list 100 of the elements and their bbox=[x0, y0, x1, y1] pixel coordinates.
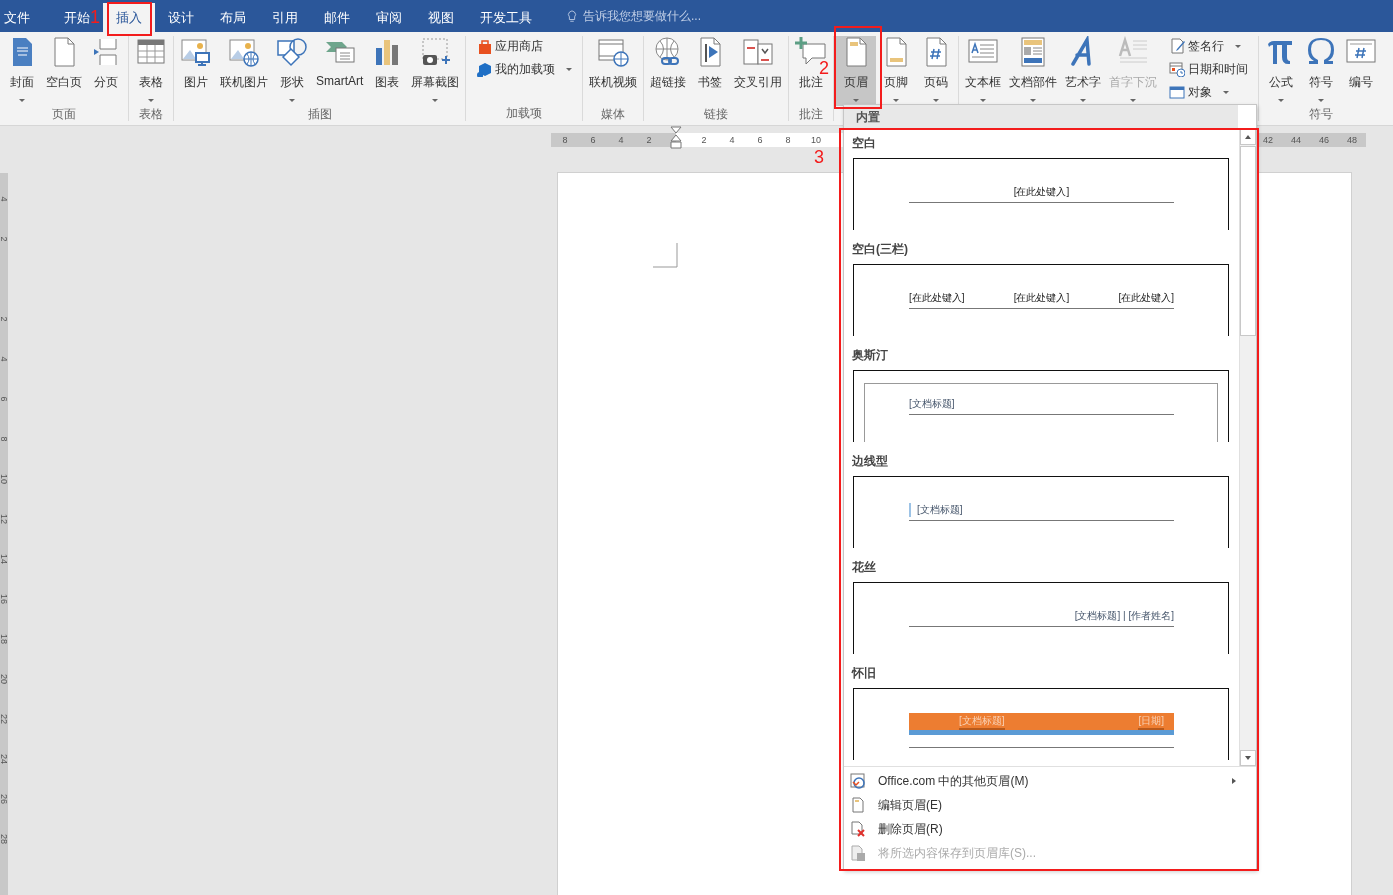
ribbon-button[interactable]: 书签 bbox=[690, 36, 731, 106]
screenshot-icon bbox=[419, 36, 452, 68]
ribbon-tab[interactable]: 开发工具 bbox=[467, 3, 545, 32]
ribbon-button[interactable]: SmartArt bbox=[312, 36, 368, 106]
ruler-number: 14 bbox=[0, 554, 9, 564]
ribbon-button[interactable]: 屏幕截图 bbox=[407, 36, 464, 106]
ribbon-tab[interactable]: 视图 bbox=[415, 3, 467, 32]
ruler-number: 18 bbox=[0, 634, 9, 644]
ruler-number: 48 bbox=[1346, 134, 1358, 147]
gallery-item-title: 边线型 bbox=[852, 453, 889, 470]
gallery-item-title: 奥斯汀 bbox=[852, 347, 889, 364]
step-number: 1 bbox=[90, 7, 100, 27]
ribbon-button[interactable]: 表格 bbox=[131, 36, 171, 106]
page-icon bbox=[850, 797, 866, 813]
ruler-number: 2 bbox=[700, 134, 708, 147]
placeholder-text: [文档标题] bbox=[959, 713, 1005, 730]
ruler-number: 4 bbox=[728, 134, 736, 147]
ruler-number: 6 bbox=[756, 134, 764, 147]
placeholder-text: [在此处键入] bbox=[1118, 291, 1174, 305]
ruler-number: 8 bbox=[561, 134, 569, 147]
ruler-number: 20 bbox=[0, 674, 9, 684]
ribbon-tab[interactable]: 设计 bbox=[155, 3, 207, 32]
ribbon-button[interactable]: 交叉引用 bbox=[730, 36, 787, 106]
ribbon-button[interactable]: 对象 bbox=[1167, 83, 1251, 101]
cross-reference-icon bbox=[742, 36, 775, 68]
placeholder-text: [文档标题] bbox=[909, 397, 955, 411]
ruler-number: 10 bbox=[0, 474, 9, 484]
ribbon-button[interactable]: 页眉 bbox=[836, 36, 877, 106]
ribbon-tab[interactable]: 布局 bbox=[207, 3, 259, 32]
header-preview[interactable]: [文档标题] bbox=[853, 370, 1229, 442]
ribbon-button[interactable]: 签名行 bbox=[1167, 37, 1251, 55]
scroll-down-icon bbox=[1244, 754, 1252, 762]
ruler-number: 2 bbox=[0, 236, 9, 242]
ribbon-button[interactable]: 空白页 bbox=[42, 36, 86, 106]
ribbon-button[interactable]: 超链接 bbox=[646, 36, 691, 106]
header-preview[interactable]: [文档标题] bbox=[853, 476, 1229, 548]
ruler-number: 44 bbox=[1290, 134, 1302, 147]
gallery-item-title: 花丝 bbox=[852, 559, 877, 576]
ribbon-tab[interactable]: 审阅 bbox=[363, 3, 415, 32]
ribbon-button[interactable]: 封面 bbox=[2, 36, 42, 106]
placeholder-text: [文档标题] bbox=[909, 503, 963, 517]
ruler-number: 28 bbox=[0, 834, 9, 844]
ribbon-button[interactable]: 形状 bbox=[272, 36, 312, 106]
ribbon-button[interactable]: 页脚 bbox=[876, 36, 917, 106]
header-preview[interactable]: [在此处键入] bbox=[853, 158, 1229, 230]
ribbon-button[interactable]: 联机图片 bbox=[216, 36, 272, 106]
ribbon-tab[interactable]: 邮件 bbox=[311, 3, 363, 32]
ribbon-button[interactable]: 图片 bbox=[176, 36, 216, 106]
group-label: 链接 bbox=[703, 106, 730, 122]
ruler-number: 6 bbox=[0, 396, 9, 402]
shapes-icon bbox=[276, 36, 308, 68]
scroll-up-icon bbox=[1244, 133, 1252, 141]
menu-item[interactable]: Office.com 中的其他页眉(M) bbox=[844, 769, 1256, 793]
ribbon-button[interactable]: 联机视频 bbox=[585, 36, 642, 106]
ribbon-button[interactable]: 分页 bbox=[86, 36, 126, 106]
ribbon-button[interactable]: 符号 bbox=[1301, 36, 1342, 106]
online-picture-icon bbox=[228, 36, 260, 68]
group-label: 符号 bbox=[1308, 106, 1335, 122]
ruler-number: 10 bbox=[810, 134, 822, 147]
scrollbar[interactable] bbox=[1239, 129, 1256, 766]
ruler-number: 6 bbox=[589, 134, 597, 147]
gallery-item-title: 空白 bbox=[852, 135, 877, 152]
window-object-icon bbox=[1169, 84, 1186, 100]
tell-me-field[interactable]: 告诉我您想要做什么... bbox=[583, 7, 701, 25]
ribbon-button[interactable]: 公式 bbox=[1261, 36, 1302, 106]
ribbon-button[interactable]: 应用商店 bbox=[474, 37, 575, 55]
group-label: 批注 bbox=[798, 106, 825, 122]
header-preview[interactable]: [在此处键入] [在此处键入] [在此处键入] bbox=[853, 264, 1229, 336]
ruler-number: 46 bbox=[1318, 134, 1330, 147]
ruler-number: 8 bbox=[0, 436, 9, 442]
ruler-number: 12 bbox=[0, 514, 9, 524]
delete-page-icon bbox=[850, 821, 866, 837]
header-preview[interactable]: [文档标题] | [作者姓名] bbox=[853, 582, 1229, 654]
placeholder-text: [文档标题] | [作者姓名] bbox=[1074, 609, 1174, 623]
ribbon-tab[interactable]: 引用 bbox=[259, 3, 311, 32]
group-label: 插图 bbox=[306, 106, 333, 122]
ribbon-tab[interactable]: 文件 bbox=[0, 3, 43, 32]
ribbon-button[interactable]: 我的加载项 bbox=[474, 60, 575, 78]
gallery-item-title: 空白(三栏) bbox=[852, 241, 909, 258]
ruler-number: 8 bbox=[784, 134, 792, 147]
ruler-number: 4 bbox=[617, 134, 625, 147]
menu-item[interactable]: 编辑页眉(E) bbox=[844, 793, 1256, 817]
placeholder-text: [在此处键入] bbox=[1013, 291, 1070, 305]
ribbon-button[interactable]: 编号 bbox=[1341, 36, 1382, 106]
group-label: 媒体 bbox=[600, 106, 627, 122]
ruler-number: 42 bbox=[1262, 134, 1274, 147]
signature-icon bbox=[1169, 38, 1186, 54]
ruler-number: 4 bbox=[0, 356, 9, 362]
ribbon-button[interactable]: 日期和时间 bbox=[1167, 60, 1251, 78]
lightbulb-icon bbox=[565, 9, 579, 23]
gallery-item-title: 怀旧 bbox=[852, 665, 877, 682]
highlight-frame bbox=[107, 2, 152, 36]
ruler-number: 24 bbox=[0, 754, 9, 764]
margin-corner-icon bbox=[653, 243, 679, 269]
ribbon-button[interactable]: 图表 bbox=[367, 36, 408, 106]
menu-item[interactable]: 删除页眉(R) bbox=[844, 817, 1256, 841]
ruler-number: 22 bbox=[0, 714, 9, 724]
placeholder-text: [在此处键入] bbox=[1013, 185, 1070, 199]
calendar-clock-icon bbox=[1169, 61, 1186, 77]
group-label: 页面 bbox=[51, 106, 77, 122]
